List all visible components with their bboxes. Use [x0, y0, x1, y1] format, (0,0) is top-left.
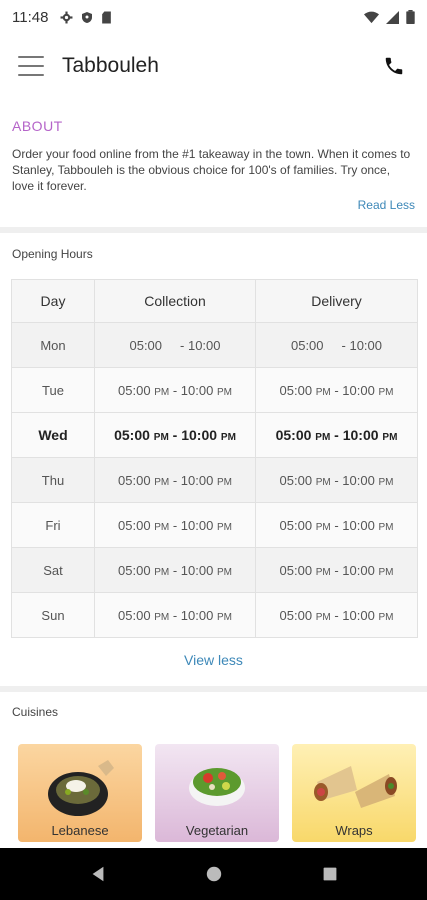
vegetarian-dish-image: [189, 768, 245, 806]
lebanese-dish-image: [48, 760, 114, 816]
status-time: 11:48: [12, 8, 49, 26]
delivery-cell: 05:00 PM - 10:00 PM: [255, 367, 418, 413]
table-row: Fri 05:00 PM - 10:00 PM 05:00 PM - 10:00…: [11, 502, 418, 548]
app-bar: Tabbouleh: [0, 34, 427, 98]
home-icon[interactable]: [205, 865, 223, 883]
recents-icon[interactable]: [322, 866, 338, 882]
collection-cell: 05:00 PM - 10:00 PM: [94, 592, 256, 638]
divider: [0, 686, 427, 692]
cuisines-title: Cuisines: [12, 705, 59, 719]
table-row-current-day: Wed 05:00 PM - 10:00 PM 05:00 PM - 10:00…: [11, 412, 418, 458]
delivery-cell: 05:00 PM - 10:00 PM: [255, 592, 418, 638]
day-cell: Fri: [11, 502, 95, 548]
cuisine-card-lebanese[interactable]: Lebanese: [18, 744, 142, 842]
signal-icon: [386, 10, 399, 24]
collection-cell: 05:00 PM - 10:00 PM: [94, 457, 256, 503]
day-cell: Sun: [11, 592, 95, 638]
header-day: Day: [11, 279, 95, 323]
about-label: ABOUT: [12, 118, 63, 134]
collection-cell: 05:00 PM - 10:00 PM: [94, 367, 256, 413]
back-icon[interactable]: [89, 865, 107, 883]
collection-cell: 05:00- 10:00: [94, 322, 256, 368]
table-row: Thu 05:00 PM - 10:00 PM 05:00 PM - 10:00…: [11, 457, 418, 503]
settings-icon: [60, 11, 73, 23]
table-header-row: Day Collection Delivery: [11, 279, 418, 323]
menu-icon[interactable]: [18, 56, 44, 76]
delivery-cell: 05:00 PM - 10:00 PM: [255, 457, 418, 503]
view-less-link[interactable]: View less: [0, 652, 427, 668]
read-less-link[interactable]: Read Less: [12, 198, 415, 212]
cuisine-label: Lebanese: [51, 823, 109, 838]
table-row: Sun 05:00 PM - 10:00 PM 05:00 PM - 10:00…: [11, 592, 418, 638]
cuisine-label: Wraps: [335, 823, 373, 838]
delivery-cell: 05:00 PM - 10:00 PM: [255, 502, 418, 548]
shield-icon: [82, 11, 93, 23]
opening-hours-table: Day Collection Delivery Mon 05:00- 10:00…: [11, 279, 418, 638]
table-row: Tue 05:00 PM - 10:00 PM 05:00 PM - 10:00…: [11, 367, 418, 413]
day-cell: Mon: [11, 322, 95, 368]
cuisine-label: Vegetarian: [185, 823, 249, 838]
cuisine-card-wraps[interactable]: Wraps: [292, 744, 416, 842]
day-cell: Tue: [11, 367, 95, 413]
opening-hours-title: Opening Hours: [12, 247, 93, 261]
day-cell: Wed: [11, 412, 95, 458]
collection-cell: 05:00 PM - 10:00 PM: [94, 412, 256, 458]
header-delivery: Delivery: [255, 279, 418, 323]
delivery-cell: 05:00- 10:00: [255, 322, 418, 368]
header-collection: Collection: [94, 279, 256, 323]
wifi-icon: [364, 11, 379, 23]
about-section: ABOUT Order your food online from the #1…: [0, 110, 427, 212]
delivery-cell: 05:00 PM - 10:00 PM: [255, 412, 418, 458]
collection-cell: 05:00 PM - 10:00 PM: [94, 502, 256, 548]
sd-card-icon: [102, 11, 112, 23]
delivery-cell: 05:00 PM - 10:00 PM: [255, 547, 418, 593]
status-bar: 11:48: [0, 0, 427, 34]
about-text: Order your food online from the #1 takea…: [12, 147, 411, 193]
cuisine-card-vegetarian[interactable]: Vegetarian: [155, 744, 279, 842]
wraps-dish-image: [314, 766, 397, 808]
table-row: Mon 05:00- 10:00 05:00- 10:00: [11, 322, 418, 368]
divider: [0, 227, 427, 233]
table-row: Sat 05:00 PM - 10:00 PM 05:00 PM - 10:00…: [11, 547, 418, 593]
battery-icon: [406, 10, 415, 24]
system-nav-bar: [0, 848, 427, 900]
day-cell: Sat: [11, 547, 95, 593]
phone-icon[interactable]: [383, 55, 405, 77]
cuisines-list: Lebanese Vegetarian Wraps: [18, 744, 416, 842]
collection-cell: 05:00 PM - 10:00 PM: [94, 547, 256, 593]
day-cell: Thu: [11, 457, 95, 503]
page-title: Tabbouleh: [62, 54, 159, 77]
